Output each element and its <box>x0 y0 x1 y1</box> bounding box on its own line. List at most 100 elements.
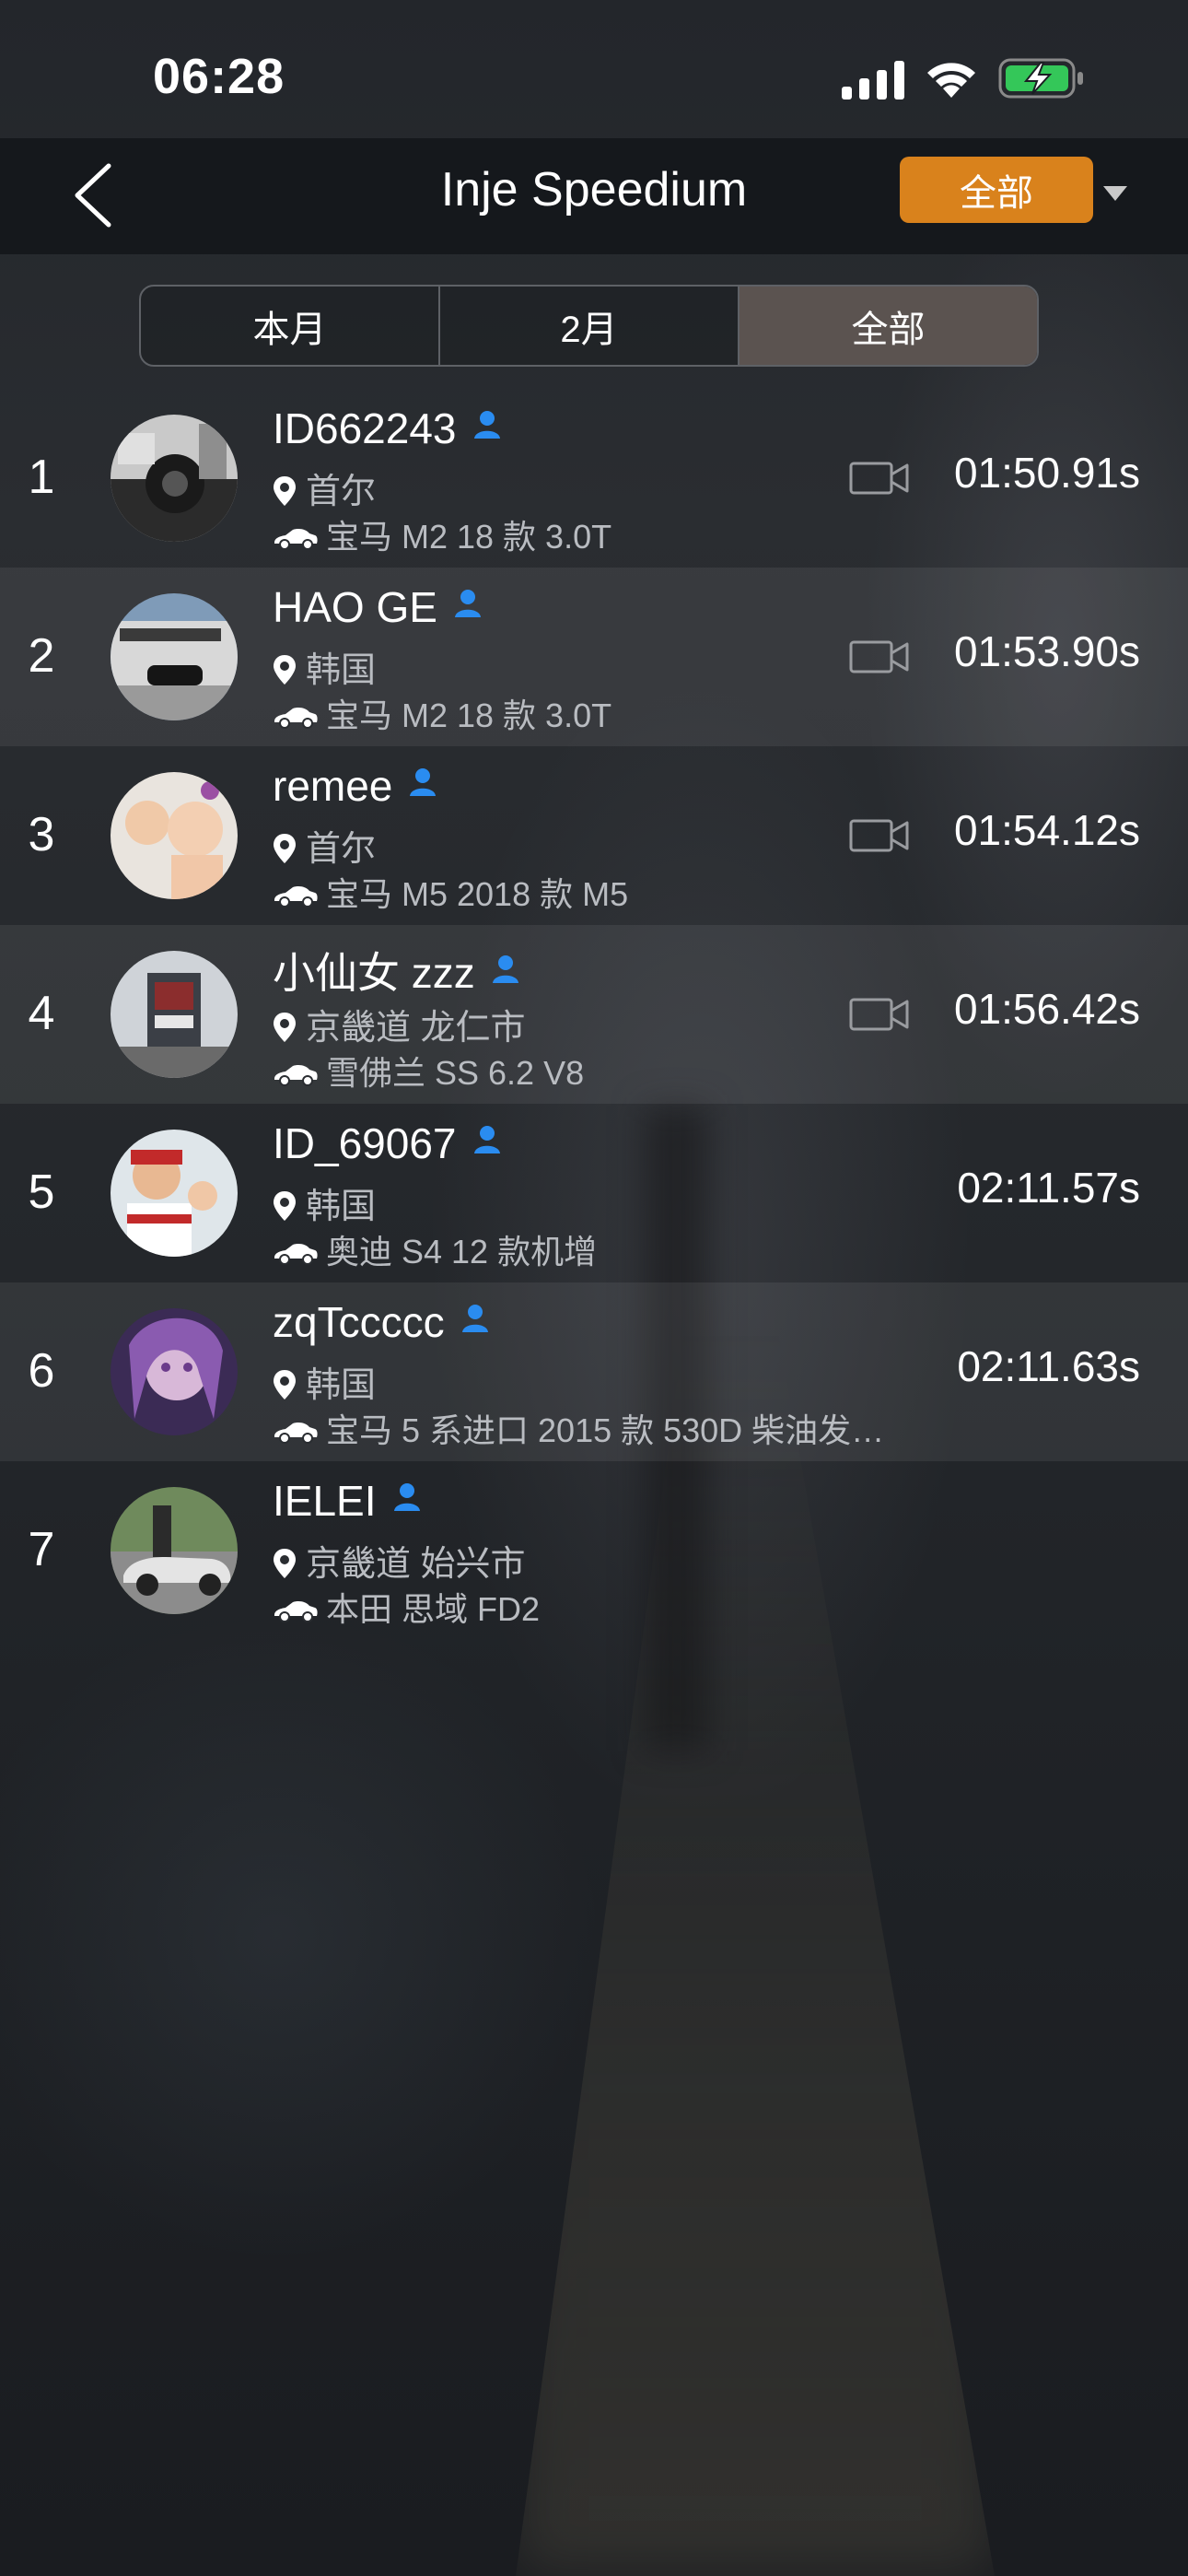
location-text: 首尔 <box>306 473 377 511</box>
leaderboard-row[interactable]: 7 IELEI 京畿道 始兴市 本田 思域 FD2 <box>0 1461 1188 1640</box>
racer-car: 宝马 5 系进口 2015 款 530D 柴油发… <box>273 1404 884 1452</box>
car-text: 宝马 M2 18 款 3.0T <box>326 518 612 556</box>
leaderboard-row[interactable]: 1 ID662243 首尔 宝马 M2 18 款 3.0T 01:50.91s <box>0 389 1188 568</box>
video-camera-icon[interactable] <box>849 997 910 1032</box>
racer-car: 本田 思域 FD2 <box>273 1583 540 1631</box>
leaderboard-row[interactable]: 3 remee 首尔 宝马 M5 2018 款 M5 01:54.12s <box>0 746 1188 925</box>
avatar[interactable] <box>111 415 238 542</box>
avatar[interactable] <box>111 593 238 720</box>
location-text: 京畿道 龙仁市 <box>306 1009 526 1048</box>
location-pin-icon <box>274 1549 296 1578</box>
lap-time: 02:11.63s <box>957 1342 1140 1390</box>
car-icon <box>274 1423 318 1444</box>
racer-name-text: IELEI <box>273 1477 377 1525</box>
racer-location: 韩国 <box>273 1177 376 1228</box>
racer-name: ID_69067 <box>273 1118 501 1168</box>
racer-name: ID662243 <box>273 404 501 453</box>
racer-name: zqTccccc <box>273 1297 489 1347</box>
avatar[interactable] <box>111 772 238 899</box>
location-text: 首尔 <box>306 830 377 869</box>
rank-number: 3 <box>28 808 55 861</box>
racer-location: 韩国 <box>273 641 376 692</box>
car-icon <box>274 1244 318 1265</box>
wifi-icon <box>927 63 975 98</box>
rank-number: 5 <box>28 1165 55 1219</box>
rank-number: 1 <box>28 451 55 504</box>
rank-number: 7 <box>28 1523 55 1576</box>
rank-number: 2 <box>28 629 55 683</box>
leaderboard-row[interactable]: 5 ID_69067 韩国 奥迪 S4 12 款机增 02:11.57s <box>0 1104 1188 1282</box>
dropdown-caret-icon[interactable] <box>1101 184 1129 203</box>
rank-number: 6 <box>28 1344 55 1398</box>
racer-name-text: remee <box>273 762 393 810</box>
racer-car: 奥迪 S4 12 款机增 <box>273 1225 597 1273</box>
user-icon <box>461 1305 488 1332</box>
racer-car: 宝马 M2 18 款 3.0T <box>273 510 611 558</box>
car-text: 奥迪 S4 12 款机增 <box>326 1233 598 1270</box>
racer-location: 京畿道 始兴市 <box>273 1535 526 1586</box>
racer-car: 雪佛兰 SS 6.2 V8 <box>273 1047 584 1095</box>
avatar[interactable] <box>111 1308 238 1435</box>
avatar[interactable] <box>111 1130 238 1257</box>
racer-name-text: HAO GE <box>273 583 437 631</box>
racer-name-text: ID_69067 <box>273 1119 457 1167</box>
racer-name-text: ID662243 <box>273 404 457 452</box>
location-pin-icon <box>274 1013 296 1042</box>
racer-location: 首尔 <box>273 820 376 871</box>
car-text: 宝马 M5 2018 款 M5 <box>326 875 629 913</box>
location-pin-icon <box>274 655 296 685</box>
video-camera-icon[interactable] <box>849 818 910 853</box>
tab-all[interactable]: 全部 <box>740 287 1037 365</box>
status-time: 06:28 <box>153 49 285 104</box>
user-icon <box>492 955 518 983</box>
avatar[interactable] <box>111 951 238 1078</box>
leaderboard-list: 1 ID662243 首尔 宝马 M2 18 款 3.0T 01:50.91s … <box>0 389 1188 1640</box>
racer-name: remee <box>273 761 437 811</box>
status-bar: 06:28 <box>0 0 1188 138</box>
rank-number: 4 <box>28 987 55 1040</box>
lap-time: 02:11.57s <box>957 1164 1140 1212</box>
location-pin-icon <box>274 476 296 506</box>
racer-name-text: 小仙女 zzz <box>273 949 475 997</box>
location-text: 韩国 <box>306 1366 377 1405</box>
user-icon <box>410 768 437 796</box>
video-camera-icon[interactable] <box>849 639 910 674</box>
region-filter-button[interactable]: 全部 <box>900 157 1093 223</box>
car-icon <box>274 529 318 550</box>
leaderboard-row[interactable]: 4 小仙女 zzz 京畿道 龙仁市 雪佛兰 SS 6.2 V8 01:56.42… <box>0 925 1188 1104</box>
avatar[interactable] <box>111 1487 238 1614</box>
racer-name: HAO GE <box>273 582 482 632</box>
tab-february[interactable]: 2月 <box>440 287 740 365</box>
tab-this-month[interactable]: 本月 <box>141 287 440 365</box>
car-icon <box>274 708 318 729</box>
leaderboard-row[interactable]: 6 zqTccccc 韩国 宝马 5 系进口 2015 款 530D 柴油发… … <box>0 1282 1188 1461</box>
navigation-bar: Inje Speedium 全部 <box>0 138 1188 254</box>
racer-location: 京畿道 龙仁市 <box>273 999 526 1049</box>
lap-time: 01:56.42s <box>953 985 1140 1033</box>
racer-car: 宝马 M2 18 款 3.0T <box>273 689 611 737</box>
car-text: 本田 思域 FD2 <box>326 1590 541 1628</box>
video-camera-icon[interactable] <box>849 461 910 496</box>
lap-time: 01:50.91s <box>953 449 1140 497</box>
racer-name: IELEI <box>273 1476 421 1526</box>
user-icon <box>473 1126 500 1153</box>
battery-charging-icon <box>998 58 1083 99</box>
racer-car: 宝马 M5 2018 款 M5 <box>273 868 628 916</box>
user-icon <box>473 411 500 439</box>
user-icon <box>393 1483 420 1511</box>
period-tabs: 本月 2月 全部 <box>139 285 1039 367</box>
location-text: 京畿道 始兴市 <box>306 1545 526 1584</box>
location-pin-icon <box>274 1191 296 1221</box>
car-icon <box>274 1065 318 1086</box>
racer-location: 首尔 <box>273 463 376 513</box>
location-pin-icon <box>274 834 296 863</box>
leaderboard-row[interactable]: 2 HAO GE 韩国 宝马 M2 18 款 3.0T 01:53.90s <box>0 568 1188 746</box>
location-text: 韩国 <box>306 651 377 690</box>
location-pin-icon <box>274 1370 296 1399</box>
racer-name-text: zqTccccc <box>273 1298 445 1346</box>
location-text: 韩国 <box>306 1188 377 1226</box>
racer-name: 小仙女 zzz <box>273 940 519 1001</box>
user-icon <box>454 590 481 617</box>
cellular-signal-icon <box>842 61 904 100</box>
car-icon <box>274 1601 318 1622</box>
